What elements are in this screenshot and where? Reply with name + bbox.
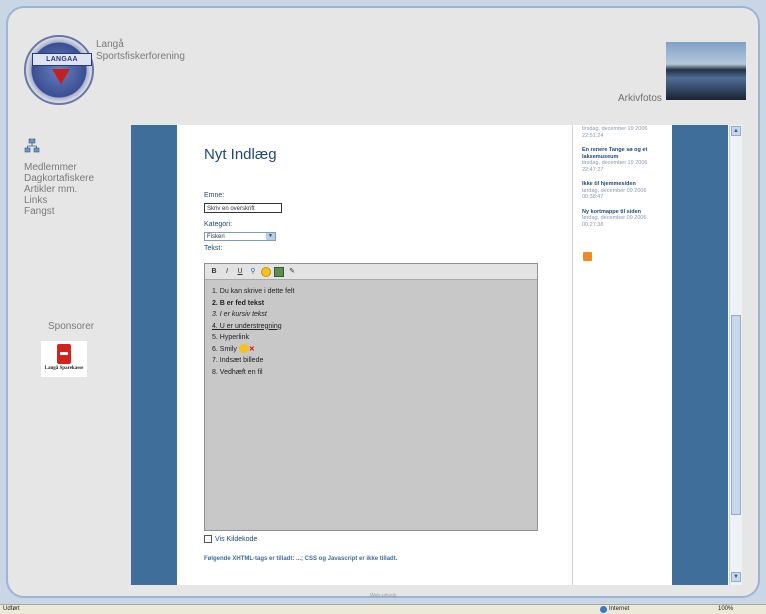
club-logo[interactable]: LANGAA [24, 35, 94, 105]
scroll-thumb[interactable] [731, 315, 741, 515]
editor-line: 1. Du kan skrive i dette felt [212, 288, 295, 295]
smiley-icon[interactable] [261, 266, 271, 277]
globe-icon [600, 606, 607, 613]
editor-line: 2. B er fed tekst [212, 299, 265, 307]
post-item[interactable]: tirsdag, december 19 2006 22:51:24 [582, 126, 662, 139]
post-date: tirsdag, december 19 2006 22:47:27 [582, 160, 648, 173]
security-zone: Internet [600, 605, 629, 614]
page-title: Nyt Indlæg [204, 146, 277, 163]
sparekasse-logo-icon [57, 344, 71, 364]
logo-banner: LANGAA [32, 53, 92, 66]
status-text: Udført [3, 606, 20, 612]
bold-button[interactable]: B [209, 267, 219, 277]
post-date: tirsdag, december 19 2006 22:51:24 [582, 126, 648, 139]
column-divider [572, 125, 573, 585]
italic-button[interactable]: I [222, 267, 232, 277]
category-label: Kategori: [204, 221, 233, 228]
sponsor-title: Sponsorer [48, 321, 95, 332]
text-label: Tekst: [204, 245, 223, 252]
view-source-row: Vis Kildekode [204, 535, 257, 543]
view-source-checkbox[interactable] [204, 535, 212, 543]
recent-posts: tirsdag, december 19 2006 22:51:24 En re… [582, 126, 662, 236]
club-name: Langå Sportsfiskerforening [96, 39, 185, 63]
zone-label: Internet [609, 606, 630, 612]
post-item[interactable]: Ikke til hjemmesiden lørdag, december 09… [582, 181, 662, 201]
editor-line: 5. Hyperlink [212, 334, 249, 341]
logo-emblem-icon [52, 69, 70, 84]
scroll-down-icon[interactable]: ▼ [731, 572, 741, 582]
footer-text: Web-udvalg [370, 593, 397, 599]
editor-line: 3. I er kursiv tekst [212, 311, 267, 318]
post-item[interactable]: Ny kortmappe til siden lørdag, december … [582, 209, 662, 229]
smiley-icon [238, 344, 249, 354]
club-name-line-2: Sportsfiskerforening [96, 51, 185, 62]
club-name-line-1: Langå [96, 39, 124, 50]
text-editor[interactable]: B I U ⚲ ✎ 1. Du kan skrive i dette felt … [204, 263, 538, 531]
chevron-down-icon[interactable]: ▼ [266, 233, 275, 240]
main-menu: Medlemmer Dagkortafiskere Artikler mm. L… [24, 162, 94, 217]
arkiv-photo[interactable] [666, 42, 746, 100]
post-title[interactable]: En renere Tange sø og et laksemuseum [582, 147, 662, 160]
menu-item-dagkortafiskere[interactable]: Dagkortafiskere [24, 173, 94, 184]
editor-line: 4. U er understregning [212, 322, 282, 330]
hyperlink-icon[interactable]: ⚲ [248, 267, 258, 277]
right-stripe [672, 125, 728, 585]
menu-item-medlemmer[interactable]: Medlemmer [24, 162, 94, 173]
sitemap-icon[interactable] [24, 138, 40, 154]
editor-line: 7. Indsæt billede [212, 357, 264, 364]
menu-item-links[interactable]: Links [24, 195, 94, 206]
editor-toolbar: B I U ⚲ ✎ [205, 264, 537, 280]
category-value: Fiskeri [207, 234, 225, 240]
post-item[interactable]: En renere Tange sø og et laksemuseum tir… [582, 147, 662, 173]
editor-body[interactable]: 1. Du kan skrive i dette felt 2. B er fe… [205, 280, 537, 378]
sponsor-logo[interactable]: Langå Sparekasse [41, 341, 87, 377]
zoom-level[interactable]: 100% [718, 605, 733, 614]
menu-item-artikler[interactable]: Artikler mm. [24, 184, 94, 195]
scroll-up-icon[interactable]: ▲ [731, 126, 741, 136]
sponsor-name: Langå Sparekasse [44, 366, 84, 371]
left-stripe [131, 125, 177, 585]
editor-line: 6. Smily [212, 345, 237, 353]
view-source-label: Vis Kildekode [215, 535, 258, 543]
category-select[interactable]: Fiskeri ▼ [204, 232, 276, 241]
close-icon: ✕ [248, 345, 255, 353]
scrollbar[interactable]: ▲ ▼ [729, 125, 742, 585]
subject-label: Emne: [204, 192, 225, 199]
editor-line-smily: 6. Smily ✕ [212, 344, 537, 356]
attach-file-icon[interactable]: ✎ [287, 267, 297, 277]
menu-item-fangst[interactable]: Fangst [24, 206, 94, 217]
insert-image-icon[interactable] [274, 266, 284, 277]
arkiv-label[interactable]: Arkivfotos [618, 93, 662, 104]
rss-icon[interactable] [583, 252, 592, 261]
status-bar: Udført Internet 100% [0, 604, 766, 614]
underline-button[interactable]: U [235, 267, 245, 277]
allowed-tags-note: Følgende XHTML-tags er tilladt: ...; CSS… [204, 556, 398, 562]
post-date: lørdag, december 09 2006 00:38:47 [582, 187, 647, 201]
post-date: lørdag, december 09 2006 00:27:38 [582, 215, 647, 228]
subject-input[interactable]: Skriv en overskrift [204, 203, 282, 213]
editor-line: 8. Vedhæft en fil [212, 368, 263, 376]
